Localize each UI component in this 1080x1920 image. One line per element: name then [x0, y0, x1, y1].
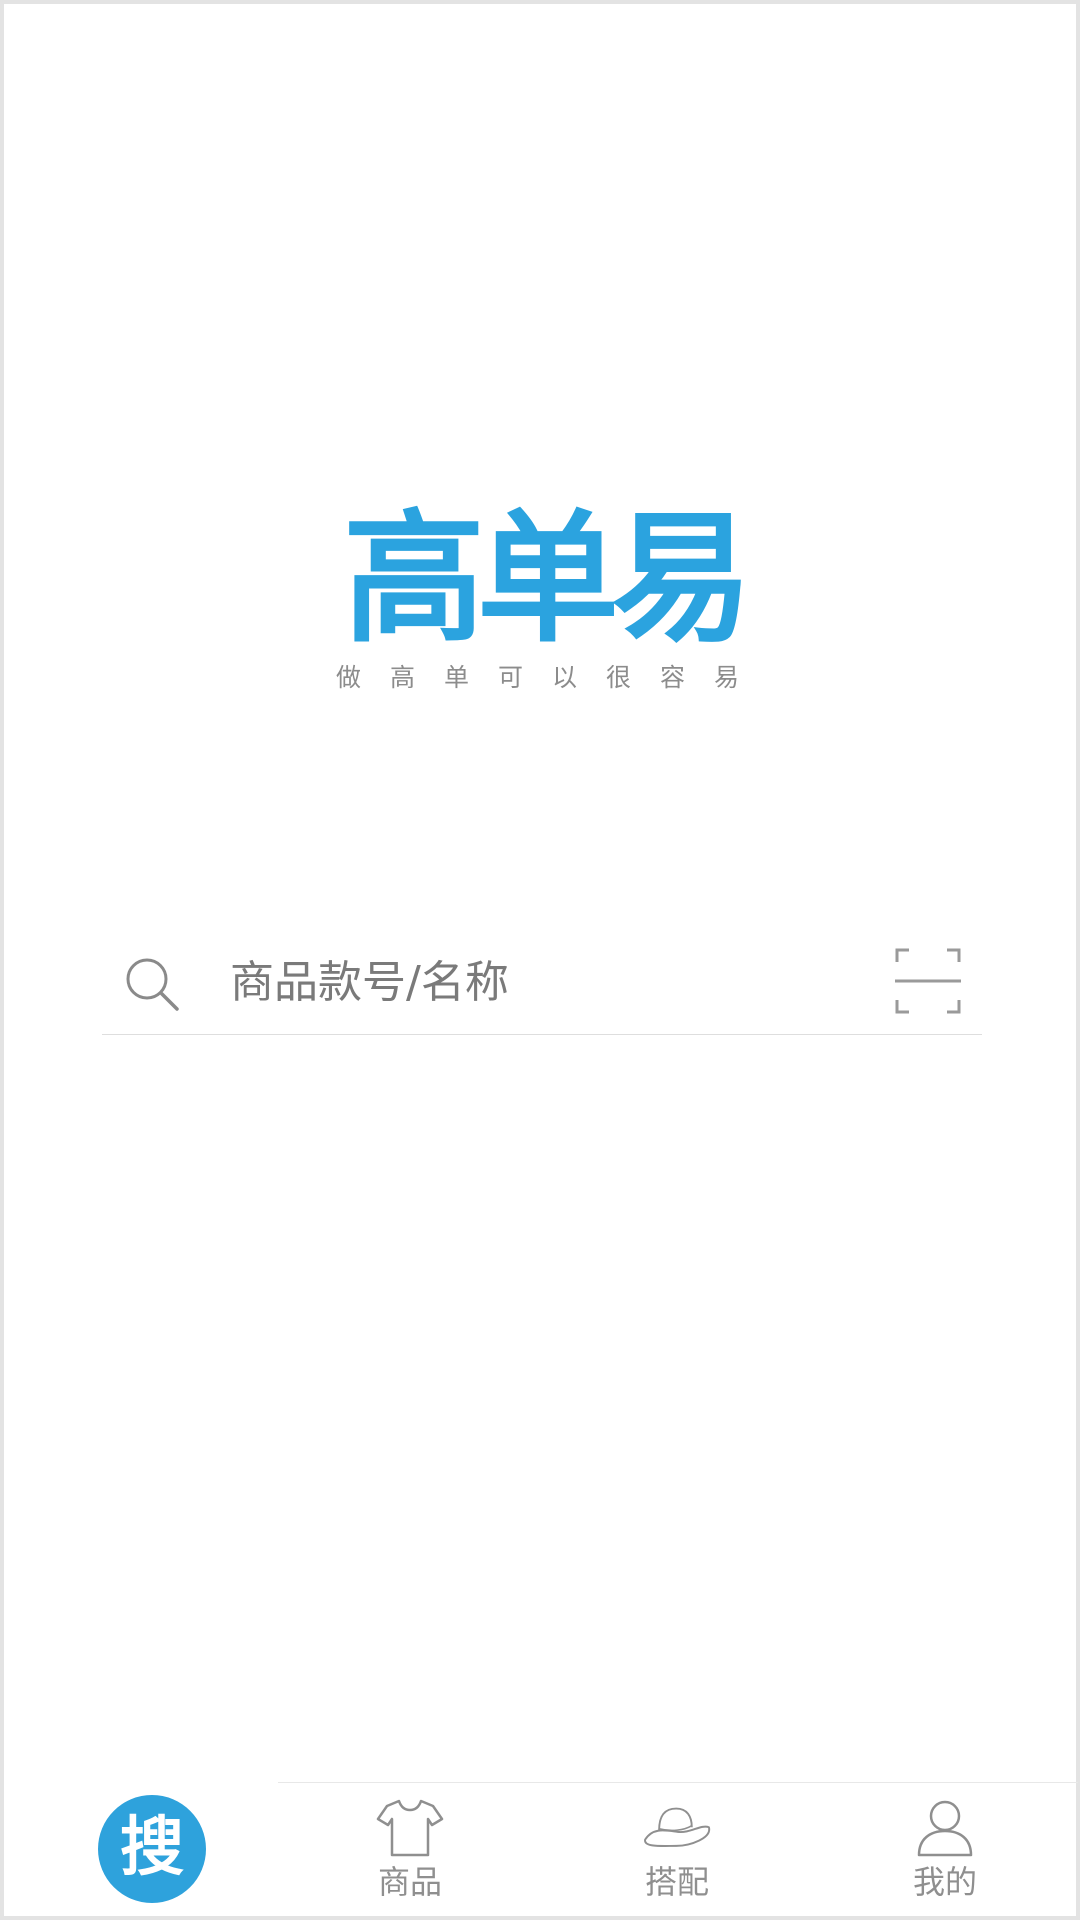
tabbar-divider [278, 1782, 1078, 1783]
tab-match-label: 搭配 [644, 1863, 709, 1901]
hat-icon [644, 1807, 710, 1847]
tab-products[interactable]: 商品 [335, 1797, 485, 1917]
search-tab-button[interactable]: 搜 [98, 1795, 206, 1903]
person-icon [917, 1800, 973, 1857]
search-bar [102, 934, 982, 1035]
app-screen: 高单易 做高单可以很容易 搜 商品 [0, 0, 1080, 1920]
app-logo: 高单易 做高单可以很容易 [324, 509, 764, 699]
tab-products-label: 商品 [377, 1863, 442, 1901]
bottom-tab-bar: 搜 商品 搭配 我的 [8, 1779, 1080, 1920]
tab-mine[interactable]: 我的 [870, 1797, 1020, 1917]
logo-slogan: 做高单可以很容易 [336, 663, 769, 692]
tab-match[interactable]: 搭配 [602, 1797, 752, 1917]
search-icon [126, 958, 179, 1011]
tshirt-icon [376, 1799, 444, 1857]
logo-title: 高单易 [343, 497, 753, 662]
scan-icon[interactable] [895, 948, 961, 1014]
tab-mine-label: 我的 [912, 1863, 977, 1901]
search-input[interactable] [230, 952, 830, 1012]
